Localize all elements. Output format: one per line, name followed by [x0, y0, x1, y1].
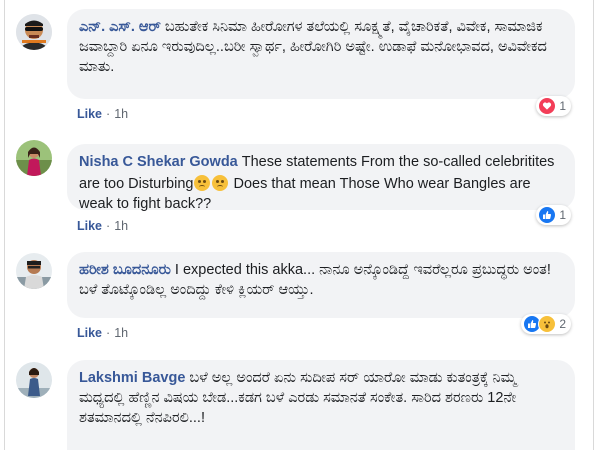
avatar-image	[16, 362, 52, 398]
comments-panel: ಎನ್. ಎಸ್. ಆರ್ ಬಹುತೇಕ ಸಿನಿಮಾ ಹೀರೋಗಳ ತಲೆಯಲ್…	[4, 0, 594, 450]
separator-dot: ·	[106, 107, 111, 121]
like-link[interactable]: Like	[77, 107, 102, 121]
avatar[interactable]	[16, 14, 52, 50]
comment-actions: Like · 1h	[77, 219, 128, 233]
reaction-summary[interactable]: 2	[521, 314, 571, 334]
avatar-image	[16, 14, 52, 50]
reaction-summary[interactable]: 1	[536, 205, 571, 225]
comment-author[interactable]: Lakshmi Bavge	[79, 370, 185, 386]
timestamp[interactable]: 1h	[114, 107, 128, 121]
timestamp[interactable]: 1h	[114, 326, 128, 340]
heart-icon	[538, 97, 557, 115]
avatar[interactable]	[16, 253, 52, 289]
reaction-summary[interactable]: 1	[536, 96, 571, 116]
avatar[interactable]	[16, 140, 52, 176]
like-link[interactable]: Like	[77, 219, 102, 233]
comment-bubble: Lakshmi Bavge ಬಳೆ ಅಲ್ಲ ಅಂದರೆ ಏನು ಸುದೀಪ ಸರ…	[67, 360, 575, 450]
separator-dot: ·	[106, 219, 111, 233]
comment-bubble: ಎನ್. ಎಸ್. ಆರ್ ಬಹುತೇಕ ಸಿನಿಮಾ ಹೀರೋಗಳ ತಲೆಯಲ್…	[67, 9, 575, 99]
avatar-image	[16, 253, 52, 289]
reaction-count: 1	[559, 99, 566, 113]
sad-face-icon	[212, 175, 229, 191]
comment-actions: Like · 1h	[77, 326, 128, 340]
avatar-image	[16, 140, 52, 176]
avatar[interactable]	[16, 362, 52, 398]
comment-bubble: Nisha C Shekar Gowda These statements Fro…	[67, 144, 575, 212]
reaction-count: 2	[559, 317, 566, 331]
wow-icon	[538, 315, 557, 333]
comment-actions: Like · 1h	[77, 107, 128, 121]
separator-dot: ·	[106, 326, 111, 340]
like-link[interactable]: Like	[77, 326, 102, 340]
sad-face-icon	[194, 175, 211, 191]
comment-author[interactable]: ಹರೀಶ ಬೂದನೂರು	[79, 262, 171, 278]
thumbs-up-icon	[538, 206, 557, 224]
comment-author[interactable]: Nisha C Shekar Gowda	[79, 154, 238, 170]
comment-bubble: ಹರೀಶ ಬೂದನೂರು I expected this akka... ನಾನೂ…	[67, 252, 575, 318]
reaction-count: 1	[559, 208, 566, 222]
timestamp[interactable]: 1h	[114, 219, 128, 233]
comment-author[interactable]: ಎನ್. ಎಸ್. ಆರ್	[79, 19, 161, 35]
